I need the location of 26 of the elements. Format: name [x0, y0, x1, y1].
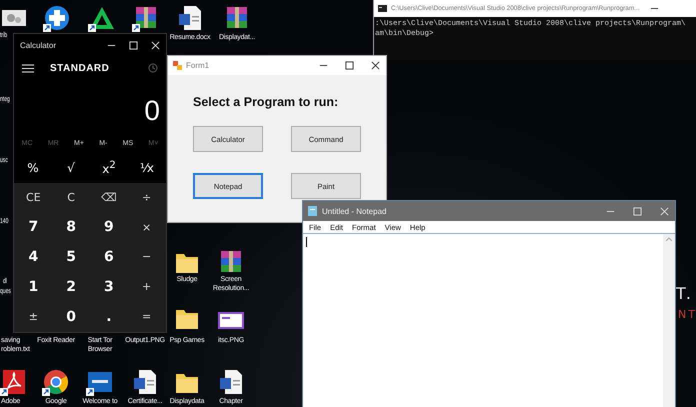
desktop-icon[interactable]	[43, 4, 71, 32]
form-heading: Select a Program to run:	[193, 95, 340, 109]
calculator-display: 0	[144, 96, 160, 126]
wallpaper-text: NT	[678, 308, 696, 321]
window-title: Untitled - Notepad	[322, 206, 388, 216]
window-title: Calculator	[20, 40, 58, 50]
console-icon	[378, 5, 387, 12]
wallpaper-text: T.	[676, 284, 693, 303]
close-icon	[660, 206, 668, 216]
scrollbar[interactable]	[663, 234, 675, 407]
history-icon[interactable]	[148, 63, 158, 73]
desktop-icon[interactable]	[217, 368, 245, 396]
notepad-icon	[308, 206, 317, 216]
desktop-icon[interactable]	[176, 4, 204, 32]
desktop-icon[interactable]	[42, 368, 70, 396]
close-icon	[150, 40, 160, 50]
app-icon	[173, 61, 182, 70]
maximize-icon	[128, 40, 138, 50]
maximize-icon	[344, 61, 354, 70]
desktop-icon[interactable]	[0, 368, 28, 396]
mode-title: STANDARD	[50, 62, 110, 74]
menu-icon[interactable]	[22, 64, 34, 72]
window-title: Form1	[186, 61, 210, 70]
desktop-icon[interactable]	[131, 368, 159, 396]
maximize-icon	[632, 206, 642, 216]
close-icon	[370, 61, 380, 70]
